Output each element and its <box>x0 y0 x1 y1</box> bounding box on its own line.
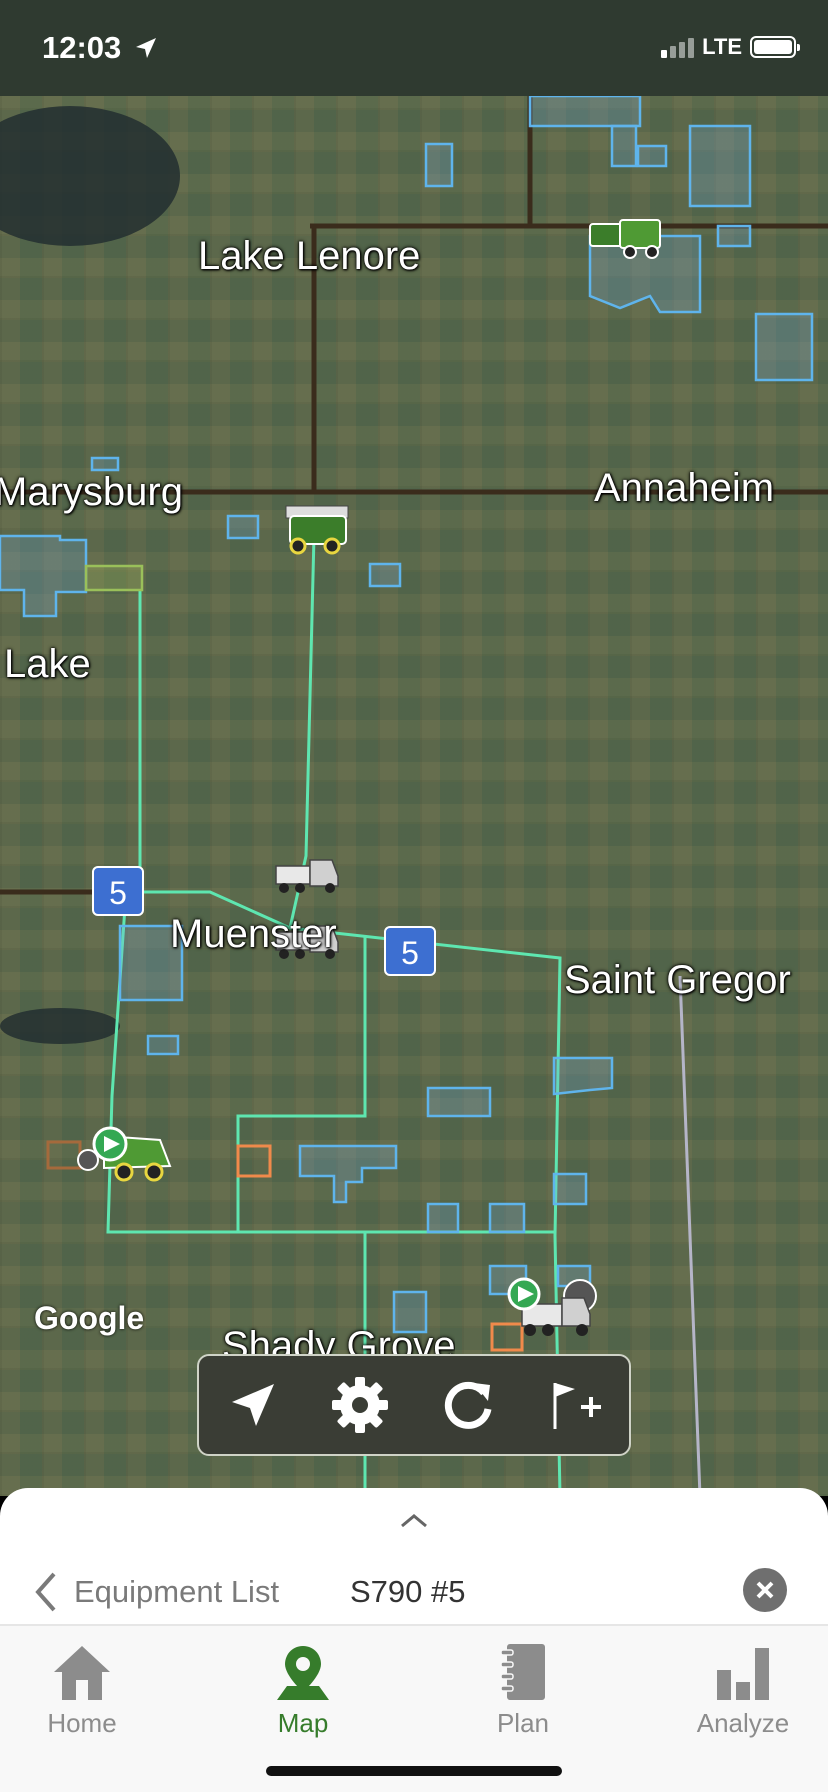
add-flag-icon <box>553 1383 602 1429</box>
refresh-icon <box>444 1381 492 1429</box>
map-label-annaheim: Annaheim <box>594 466 775 510</box>
combine-icon[interactable] <box>77 1126 172 1182</box>
satellite-map[interactable]: Lake Lenore Marysburg Annaheim Lake Muen… <box>0 96 828 1496</box>
equipment-list-back-button[interactable]: Equipment List <box>32 1570 279 1614</box>
status-time: 12:03 <box>42 30 158 66</box>
locate-icon <box>231 1384 274 1426</box>
battery-icon <box>750 36 800 58</box>
map-label-lake-lenore: Lake Lenore <box>198 234 421 278</box>
combine-icon[interactable] <box>285 505 349 555</box>
map-overlay <box>0 96 828 1496</box>
tab-analyze[interactable]: Analyze <box>668 1640 818 1739</box>
home-indicator[interactable] <box>266 1766 562 1776</box>
tab-map-label: Map <box>277 1708 329 1738</box>
tab-plan[interactable]: Plan <box>448 1640 598 1739</box>
location-arrow-icon <box>135 38 156 58</box>
plan-notebook-icon <box>500 1644 545 1700</box>
semi-truck-icon[interactable] <box>275 859 339 893</box>
network-label: LTE <box>702 34 742 59</box>
map-label-shady-grove: Shady Grove <box>222 1324 456 1354</box>
map-toolbar <box>197 1354 631 1456</box>
tab-map[interactable]: Map <box>228 1640 378 1739</box>
close-icon <box>756 1581 774 1599</box>
equipment-list-label: Equipment List <box>74 1574 280 1609</box>
equipment-bottom-sheet: Equipment List S790 #5 <box>0 1488 828 1628</box>
home-icon <box>54 1646 110 1700</box>
map-label-marysburg: Marysburg <box>0 470 183 514</box>
tab-plan-label: Plan <box>496 1708 550 1738</box>
map-label-muenster: Muenster <box>170 912 337 956</box>
chevron-left-icon <box>35 1572 56 1612</box>
settings-gear-icon <box>332 1377 389 1433</box>
selected-equipment-title: S790 #5 <box>350 1574 466 1609</box>
status-bar: 12:03 LTE <box>0 0 828 96</box>
refresh-button[interactable] <box>428 1365 508 1445</box>
highway-shield: 5 <box>92 866 144 916</box>
signal-strength-icon <box>661 36 695 58</box>
add-flag-button[interactable] <box>535 1365 615 1445</box>
chevron-up-icon[interactable] <box>398 1508 430 1532</box>
locate-button[interactable] <box>213 1365 293 1445</box>
highway-shield: 5 <box>384 926 436 976</box>
tab-analyze-label: Analyze <box>696 1708 790 1738</box>
tab-home[interactable]: Home <box>7 1640 157 1739</box>
tab-home-label: Home <box>47 1708 117 1738</box>
settings-button[interactable] <box>320 1365 400 1445</box>
map-label-lake: Lake <box>4 642 91 686</box>
map-label-saint-gregor: Saint Gregor <box>564 958 791 1002</box>
status-indicators: LTE <box>661 34 800 60</box>
bar-chart-icon <box>717 1648 769 1700</box>
status-time-text: 12:03 <box>42 30 122 65</box>
google-attribution: Google <box>34 1300 145 1336</box>
close-button[interactable] <box>743 1568 787 1612</box>
map-pin-icon <box>277 1646 329 1700</box>
